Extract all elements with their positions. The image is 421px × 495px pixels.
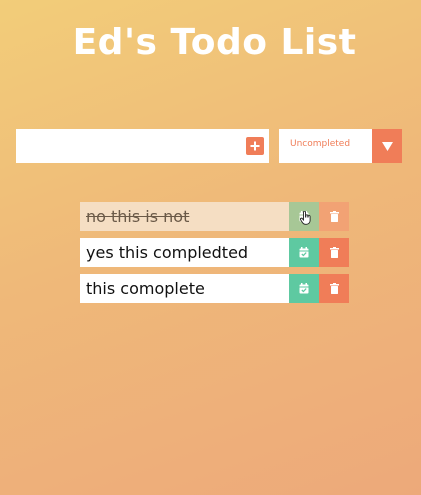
- filter-selected-value: Uncompleted: [290, 139, 351, 149]
- delete-button[interactable]: [319, 238, 349, 267]
- plus-icon: [250, 141, 260, 151]
- complete-button[interactable]: [289, 274, 319, 303]
- trash-icon: [329, 247, 339, 258]
- calendar-check-icon: [299, 211, 309, 222]
- todo-item: no this is not: [80, 202, 349, 231]
- todo-input-container: [16, 129, 269, 163]
- delete-button[interactable]: [319, 202, 349, 231]
- complete-button[interactable]: [289, 202, 319, 231]
- caret-down-icon: [381, 141, 393, 151]
- todo-text: this comoplete: [86, 279, 205, 298]
- add-todo-button[interactable]: [246, 137, 264, 155]
- trash-icon: [329, 211, 339, 222]
- todo-item: yes this compledted: [80, 238, 349, 267]
- todo-input[interactable]: [16, 129, 240, 163]
- todo-item: this comoplete: [80, 274, 349, 303]
- calendar-check-icon: [299, 247, 309, 258]
- filter-dropdown-button[interactable]: [372, 129, 402, 163]
- complete-button[interactable]: [289, 238, 319, 267]
- app-title: Ed's Todo List: [72, 22, 357, 63]
- delete-button[interactable]: [319, 274, 349, 303]
- todo-list: no this is not yes this compledted this …: [80, 202, 349, 310]
- filter-select[interactable]: Uncompleted: [279, 129, 402, 163]
- calendar-check-icon: [299, 283, 309, 294]
- todo-text: yes this compledted: [86, 243, 249, 262]
- todo-text: no this is not: [86, 207, 190, 226]
- trash-icon: [329, 283, 339, 294]
